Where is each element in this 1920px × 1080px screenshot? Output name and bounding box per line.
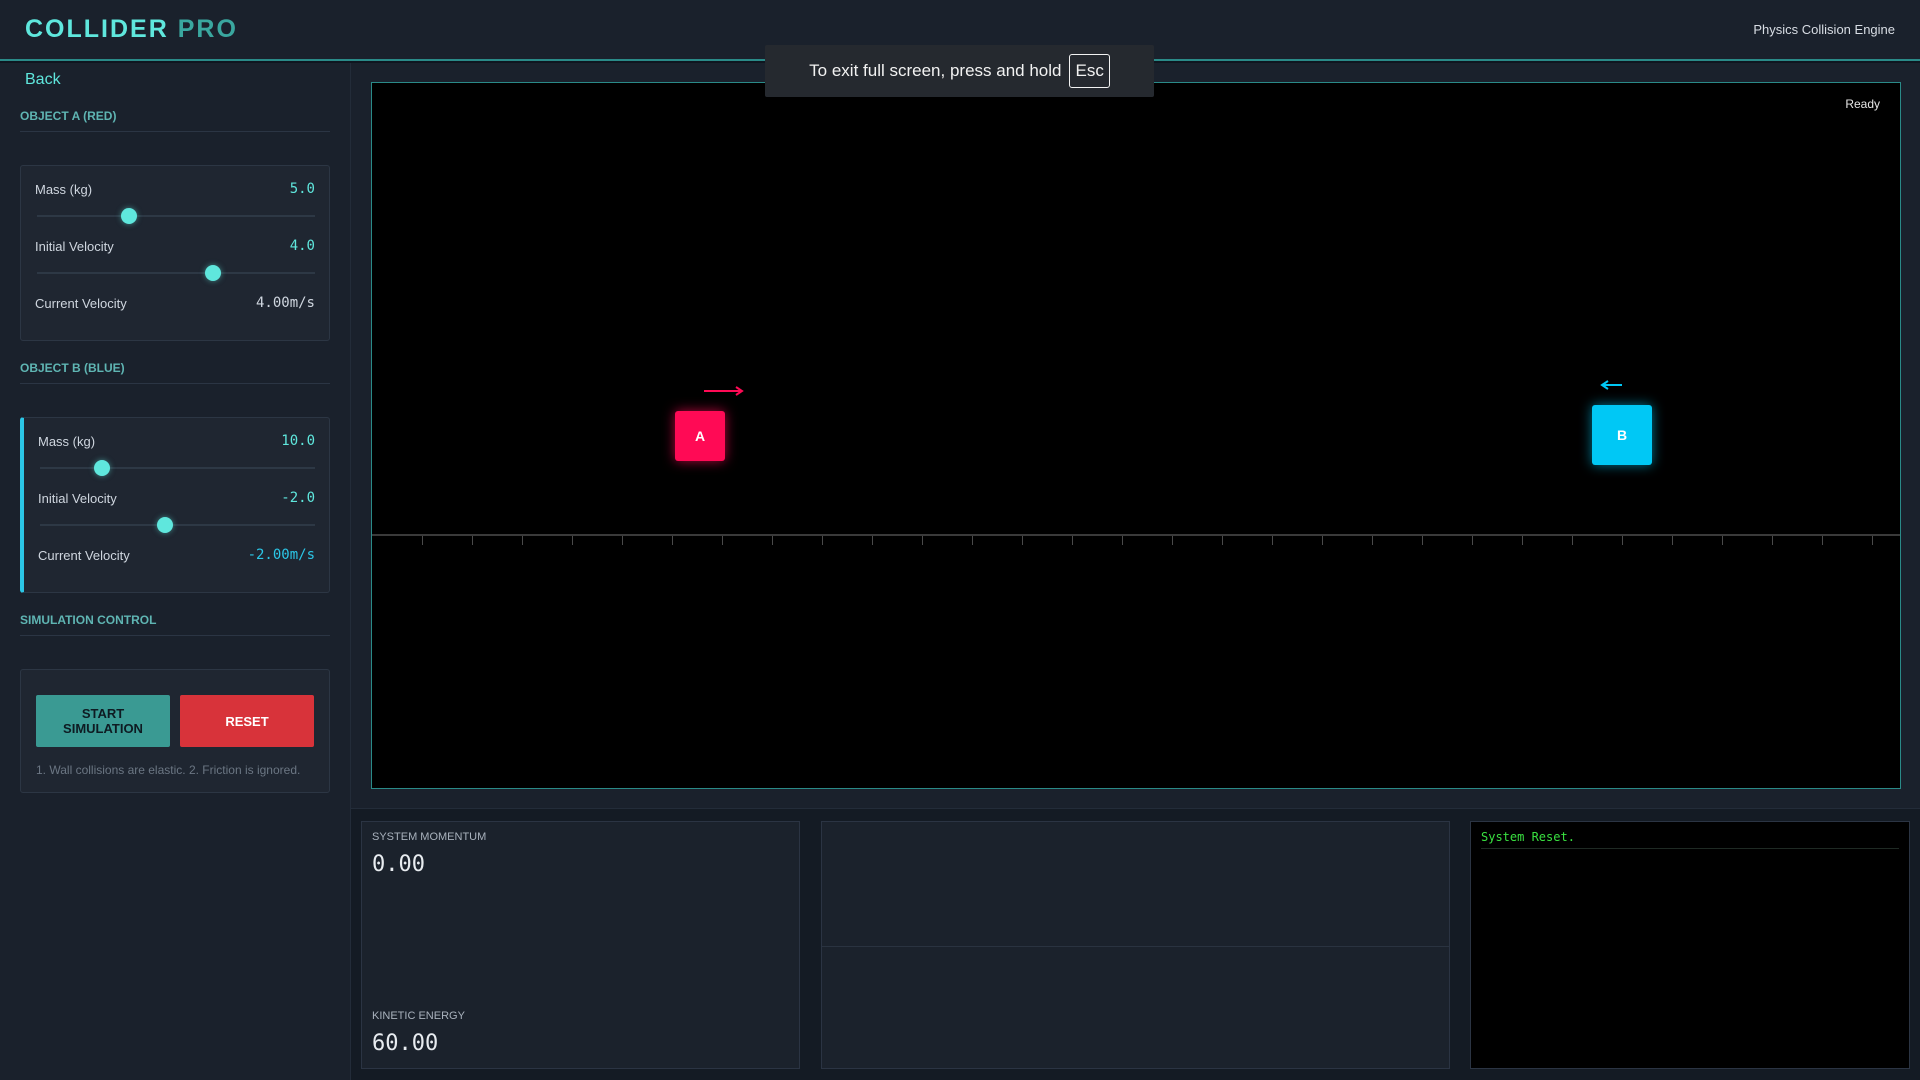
object-b-panel: Mass (kg) 10.0 Initial Velocity -2.0 Cur… [20,417,330,593]
object-a-mass-slider[interactable] [37,208,315,224]
ground-tick [1672,536,1673,545]
ground-tick [1322,536,1323,545]
object-b-current-velocity-label: Current Velocity [38,547,130,563]
start-label-line1: START [81,706,125,721]
simulation-control-title: SIMULATION CONTROL [20,613,330,636]
object-a-velocity-slider[interactable] [37,265,315,281]
object-a-block: A [675,411,725,461]
ground-tick [822,536,823,545]
simulation-canvas[interactable]: Ready A B [371,82,1901,789]
ground-tick [1122,536,1123,545]
ground-line [372,534,1900,536]
stats-card: SYSTEM MOMENTUM 0.00 KINETIC ENERGY 60.0… [361,821,800,1069]
ground-tick [922,536,923,545]
control-sidebar: Back OBJECT A (RED) Mass (kg) 5.0 Initia… [0,63,351,1080]
event-log: System Reset. [1470,821,1910,1069]
simulation-area: Ready A B [351,63,1920,808]
ground-tick [472,536,473,545]
ground-tick [1572,536,1573,545]
object-b-velocity-value: -2.0 [281,490,315,506]
app-logo: COLLIDER PRO [25,15,238,44]
ground-tick [1272,536,1273,545]
brand-main: COLLIDER [25,15,169,43]
ground-tick [1422,536,1423,545]
fullscreen-notice: To exit full screen, press and hold Esc [765,45,1154,97]
ground-tick [1722,536,1723,545]
ground-tick [522,536,523,545]
stats-bar: SYSTEM MOMENTUM 0.00 KINETIC ENERGY 60.0… [351,808,1920,1080]
momentum-label: SYSTEM MOMENTUM [372,831,487,843]
log-line: System Reset. [1481,830,1899,849]
start-simulation-button[interactable]: START SIMULATION [36,695,170,747]
momentum-value: 0.00 [372,852,425,877]
object-b-velocity-label: Initial Velocity [38,490,117,506]
slider-thumb[interactable] [204,265,221,281]
slider-track [40,467,315,469]
ground-tick [972,536,973,545]
graph-divider [822,946,1449,947]
simulation-status: Ready [1845,97,1880,111]
slider-thumb[interactable] [120,208,137,224]
slider-track [37,215,315,217]
object-a-current-velocity-value: 4.00m/s [255,295,315,311]
object-b-current-velocity-value: -2.00m/s [247,547,315,563]
ground-tick [722,536,723,545]
graph-panel [821,821,1450,1069]
ground-tick [672,536,673,545]
start-label-line2: SIMULATION [63,721,143,736]
object-b-mass-slider[interactable] [40,460,315,476]
ground-tick [1022,536,1023,545]
fullscreen-notice-text: To exit full screen, press and hold [809,61,1062,80]
brand-accent: PRO [177,15,238,43]
energy-value: 60.00 [372,1031,439,1056]
energy-label: KINETIC ENERGY [372,1010,465,1022]
slider-thumb[interactable] [94,460,111,476]
slider-track [40,524,315,526]
ground-tick [422,536,423,545]
object-a-current-velocity-label: Current Velocity [35,295,127,311]
object-b-block: B [1592,405,1652,465]
object-b-velocity-slider[interactable] [40,517,315,533]
object-a-title: OBJECT A (RED) [20,109,330,132]
reset-button[interactable]: RESET [180,695,314,747]
slider-track [37,272,315,274]
ground-tick [1622,536,1623,545]
ground-tick [1372,536,1373,545]
velocity-arrow-left-icon [1600,380,1622,390]
object-b-title: OBJECT B (BLUE) [20,361,330,384]
simulation-note: 1. Wall collisions are elastic. 2. Frict… [36,763,301,777]
esc-key: Esc [1069,54,1110,88]
back-link[interactable]: Back [25,71,61,89]
object-a-panel: Mass (kg) 5.0 Initial Velocity 4.0 Curre… [20,165,330,341]
ground-tick [622,536,623,545]
ground-tick [872,536,873,545]
ground-tick [1522,536,1523,545]
velocity-arrow-right-icon [704,386,744,396]
ground-tick [572,536,573,545]
object-a-velocity-value: 4.0 [289,238,315,254]
object-a-mass-label: Mass (kg) [35,181,93,197]
app-subtitle: Physics Collision Engine [1753,22,1895,37]
ground-tick [772,536,773,545]
object-a-velocity-label: Initial Velocity [35,238,114,254]
ground-tick [1472,536,1473,545]
slider-thumb[interactable] [156,517,173,533]
object-a-mass-value: 5.0 [289,181,315,197]
ground-tick [1072,536,1073,545]
ground-tick [1172,536,1173,545]
simulation-control-panel: START SIMULATION RESET 1. Wall collision… [20,669,330,793]
object-b-mass-label: Mass (kg) [38,433,96,449]
ground-tick [1222,536,1223,545]
object-b-mass-value: 10.0 [281,433,315,449]
ground-tick [1772,536,1773,545]
ground-tick [1822,536,1823,545]
ground-tick [1872,536,1873,545]
